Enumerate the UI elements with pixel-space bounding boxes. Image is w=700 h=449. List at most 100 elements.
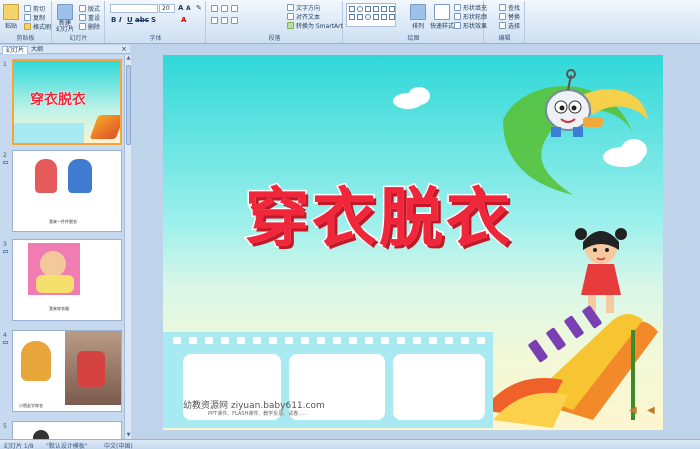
grow-font-button[interactable]: A: [178, 4, 183, 12]
delete-label: 删除: [88, 24, 101, 31]
find-button[interactable]: 查找: [499, 3, 520, 12]
kids-illustration: [35, 159, 57, 193]
align-left-icon[interactable]: [211, 17, 218, 24]
close-icon[interactable]: ×: [121, 45, 127, 53]
replace-icon: [499, 13, 506, 20]
bold-button[interactable]: B: [111, 16, 116, 24]
animation-icon: [3, 161, 8, 164]
bullets-icon[interactable]: [211, 5, 218, 12]
pane-tabs: 幻灯片 大纲 ×: [0, 45, 130, 54]
slide-count: 幻灯片 1/8: [4, 443, 34, 449]
ribbon: 粘贴 剪切 复制 格式刷 剪贴板 新建 幻灯片 版式 重设 删除 幻灯片 20 …: [0, 0, 700, 44]
arrange-button[interactable]: 排列: [410, 4, 426, 30]
shape-fill-button[interactable]: 形状填充: [454, 3, 487, 12]
format-painter-button[interactable]: 格式刷: [24, 22, 51, 31]
watermark-subtext: PPT课件、FLASH课件、教学反思、试卷......: [208, 411, 308, 417]
status-bar: 幻灯片 1/8 "默认设计模板" 中文(中国): [0, 439, 700, 449]
shapes-gallery[interactable]: [346, 3, 396, 27]
replace-button[interactable]: 替换: [499, 12, 520, 21]
fill-icon: [454, 4, 461, 11]
cloud: [408, 87, 430, 105]
copy-icon: [24, 14, 31, 21]
outline-icon: [454, 13, 461, 20]
scissors-icon: [24, 5, 31, 12]
shape-effects-label: 形状效果: [463, 23, 488, 30]
shape-fill-label: 形状填充: [463, 5, 488, 12]
font-name-field[interactable]: [110, 4, 158, 13]
slide-number: 2: [3, 152, 7, 159]
thumbnail-caption: 我来穿衣服: [49, 306, 69, 311]
numbering-icon[interactable]: [221, 5, 228, 12]
thumbnail-title: 穿衣脱衣: [30, 92, 87, 109]
align-right-icon[interactable]: [231, 17, 238, 24]
paste-button[interactable]: 粘贴: [3, 4, 19, 30]
text-direction-button[interactable]: 文字方向: [287, 3, 320, 12]
slides-group-label: 幻灯片: [69, 35, 88, 42]
find-label: 查找: [508, 5, 521, 12]
current-slide[interactable]: 穿衣脱衣 幼教资源网 ziyuan.baby611.com PPT课件、FLAS…: [163, 55, 663, 430]
animation-icon: [3, 341, 8, 344]
slide-thumbnail-3[interactable]: 我来穿衣服: [12, 239, 122, 321]
clipboard-group: 粘贴 剪切 复制 格式刷 剪贴板: [0, 1, 52, 43]
cut-label: 剪切: [33, 6, 46, 13]
thumbnail-caption: 小朋友学穿衣: [19, 403, 43, 408]
reset-button[interactable]: 重设: [79, 13, 100, 22]
convert-smartart-label: 转换为 SmartArt: [296, 23, 343, 30]
slide-thumbnail-5[interactable]: [12, 421, 122, 439]
editing-group: 查找 替换 选择 编辑: [485, 1, 525, 43]
indent-icon[interactable]: [231, 5, 238, 12]
replace-label: 替换: [508, 14, 521, 21]
clear-format-button[interactable]: ✎: [196, 4, 202, 12]
reset-icon: [79, 14, 86, 21]
strikethrough-button[interactable]: abc: [135, 16, 149, 24]
tab-slides[interactable]: 幻灯片: [2, 46, 29, 54]
shape-effects-button[interactable]: 形状效果: [454, 21, 487, 30]
slides-group: 新建 幻灯片 版式 重设 删除 幻灯片: [53, 1, 105, 43]
slide-thumbnail-1[interactable]: 穿衣脱衣: [12, 59, 122, 145]
language-indicator: 中文(中国): [104, 443, 133, 449]
align-text-label: 对齐文本: [296, 14, 321, 21]
slide-thumbnails-pane: 1 穿衣脱衣 2 我来一件件脱衣 3 我来穿衣服 4 小朋友学穿衣 5: [0, 55, 124, 439]
align-center-icon[interactable]: [221, 17, 228, 24]
shape-outline-button[interactable]: 形状轮廓: [454, 12, 487, 21]
cartoon-child: [21, 341, 51, 381]
shadow-button[interactable]: S: [151, 16, 156, 24]
thumbnail-caption: 我来一件件脱衣: [49, 219, 77, 224]
slide-thumbnail-4[interactable]: 小朋友学穿衣: [12, 330, 122, 412]
theme-name: "默认设计模板": [46, 443, 88, 449]
font-color-button[interactable]: A: [181, 16, 186, 24]
select-icon: [499, 22, 506, 29]
thumbnail-slide-graphic: [89, 115, 120, 139]
speaker-icon[interactable]: ◀: [629, 405, 637, 416]
delete-button[interactable]: 删除: [79, 22, 100, 31]
select-label: 选择: [508, 23, 521, 30]
layout-button[interactable]: 版式: [79, 4, 100, 13]
speaker-icon[interactable]: ◀: [647, 405, 655, 416]
slide-thumbnail-2[interactable]: 我来一件件脱衣: [12, 150, 122, 232]
select-button[interactable]: 选择: [499, 21, 520, 30]
italic-button[interactable]: I: [119, 16, 122, 24]
font-size-field[interactable]: 20: [159, 4, 175, 13]
cut-button[interactable]: 剪切: [24, 4, 45, 13]
underline-button[interactable]: U: [127, 16, 133, 24]
editing-group-label: 编辑: [498, 35, 511, 42]
copy-button[interactable]: 复制: [24, 13, 45, 22]
arrange-icon: [410, 4, 426, 20]
paragraph-group: 文字方向 对齐文本 转换为 SmartArt 段落: [207, 1, 343, 43]
thumbnails-scrollbar[interactable]: ▲ ▼: [124, 55, 131, 439]
quick-styles-button[interactable]: 快速样式: [430, 4, 454, 30]
drawing-group: 排列 快速样式 形状填充 形状轮廓 形状效果 绘图: [344, 1, 487, 43]
tab-outline[interactable]: 大纲: [28, 46, 46, 54]
quick-styles-label: 快速样式: [430, 23, 455, 30]
layout-icon: [79, 5, 86, 12]
brush-icon: [24, 23, 31, 30]
girl-photo: [28, 243, 80, 295]
effects-icon: [454, 22, 461, 29]
new-slide-button[interactable]: 新建 幻灯片: [56, 4, 74, 33]
shrink-font-button[interactable]: A: [186, 5, 191, 12]
arrange-label: 排列: [411, 23, 424, 30]
convert-smartart-button[interactable]: 转换为 SmartArt: [287, 21, 343, 30]
film-frame: [393, 354, 485, 420]
align-text-button[interactable]: 对齐文本: [287, 12, 320, 21]
font-group-label: 字体: [149, 35, 162, 42]
